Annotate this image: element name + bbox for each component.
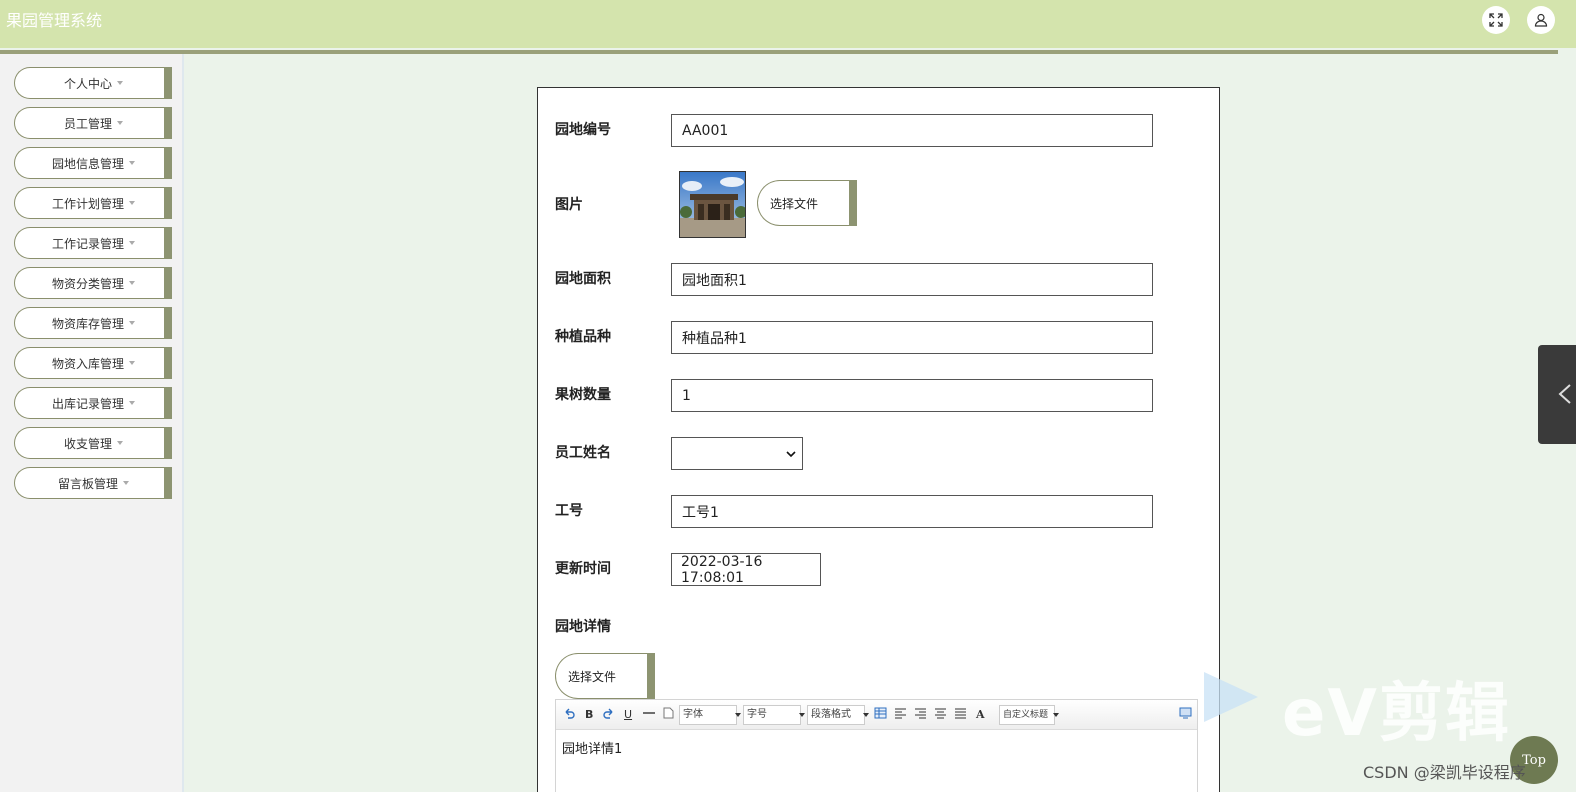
bold-button[interactable]: B [585, 707, 593, 723]
undo-icon [565, 708, 575, 719]
caret-down-icon [129, 401, 135, 405]
sidebar-item-label: 留言板管理 [57, 476, 118, 491]
align-center-icon [935, 708, 946, 719]
align-justify-icon [955, 708, 966, 719]
sidebar: 个人中心 员工管理 园地信息管理 工作计划管理 工作记录管理 物资分类管理 物资… [0, 54, 184, 792]
garden-image-thumbnail[interactable] [679, 171, 746, 238]
tree-count-input[interactable]: 1 [671, 379, 1153, 412]
align-left-button[interactable] [894, 707, 907, 724]
caret-down-icon [129, 201, 135, 205]
caret-down-icon [123, 481, 129, 485]
editor-toolbar: B U 字体 字号 段落格式 A 自定义标题 [556, 700, 1197, 730]
user-icon [1534, 13, 1548, 27]
sidebar-item-garden-info[interactable]: 园地信息管理 [14, 147, 172, 179]
sidebar-item-label: 物资库存管理 [51, 316, 124, 331]
font-family-select[interactable]: 字体 [679, 705, 741, 725]
user-button[interactable] [1527, 6, 1555, 34]
align-center-button[interactable] [934, 707, 947, 724]
sidebar-item-work-plan[interactable]: 工作计划管理 [14, 187, 172, 219]
header-divider [0, 50, 1558, 54]
align-justify-button[interactable] [954, 707, 967, 724]
field-label-variety: 种植品种 [555, 329, 611, 345]
undo-button[interactable] [563, 707, 575, 724]
caret-down-icon [129, 241, 135, 245]
caret-down-icon [129, 361, 135, 365]
align-left-icon [895, 708, 906, 719]
sidebar-item-material-category[interactable]: 物资分类管理 [14, 267, 172, 299]
align-right-icon [915, 708, 926, 719]
page-button[interactable] [663, 707, 674, 724]
field-label-updated: 更新时间 [555, 561, 611, 577]
area-input[interactable]: 园地面积1 [671, 263, 1153, 296]
job-no-input[interactable]: 工号1 [671, 495, 1153, 528]
variety-input[interactable]: 种植品种1 [671, 321, 1153, 354]
sidebar-item-label: 员工管理 [63, 116, 112, 131]
caret-down-icon [117, 121, 123, 125]
sidebar-item-label: 物资分类管理 [51, 276, 124, 291]
sidebar-item-message-board[interactable]: 留言板管理 [14, 467, 172, 499]
field-label-employee: 员工姓名 [555, 445, 611, 461]
font-color-button[interactable]: A [976, 707, 985, 723]
sidebar-item-outbound-record[interactable]: 出库记录管理 [14, 387, 172, 419]
field-label-job-no: 工号 [555, 503, 583, 519]
field-label-details: 园地详情 [555, 619, 611, 635]
redo-icon [603, 708, 613, 719]
sidebar-item-finance[interactable]: 收支管理 [14, 427, 172, 459]
caret-down-icon [117, 441, 123, 445]
sidebar-item-label: 个人中心 [63, 76, 112, 91]
side-panel-toggle[interactable] [1538, 345, 1576, 444]
caret-down-icon [129, 281, 135, 285]
field-label-code: 园地编号 [555, 122, 611, 138]
chevron-left-icon [1558, 384, 1571, 404]
field-label-image: 图片 [555, 197, 583, 213]
garden-photo-image [680, 172, 745, 237]
align-right-button[interactable] [914, 707, 927, 724]
sidebar-item-label: 出库记录管理 [51, 396, 124, 411]
horizontal-rule-icon [643, 712, 655, 714]
caret-down-icon [129, 321, 135, 325]
fullscreen-button[interactable] [1482, 6, 1510, 34]
sidebar-item-material-inbound[interactable]: 物资入库管理 [14, 347, 172, 379]
image-choose-file-button[interactable]: 选择文件 [757, 180, 857, 226]
details-choose-file-button[interactable]: 选择文件 [555, 653, 655, 699]
watermark-text: eV剪辑 [1282, 677, 1511, 751]
field-label-tree-count: 果树数量 [555, 387, 611, 403]
redo-button[interactable] [603, 707, 615, 724]
preview-button[interactable] [1179, 707, 1192, 724]
font-size-select[interactable]: 字号 [743, 705, 805, 725]
chevron-down-icon [786, 451, 796, 458]
horizontal-rule-button[interactable] [643, 707, 655, 724]
page-icon [663, 707, 674, 719]
employee-select[interactable] [671, 437, 803, 470]
sidebar-item-employees[interactable]: 员工管理 [14, 107, 172, 139]
sidebar-item-label: 园地信息管理 [51, 156, 124, 171]
sidebar-item-label: 物资入库管理 [51, 356, 124, 371]
caret-down-icon [117, 81, 123, 85]
monitor-icon [1179, 707, 1192, 719]
sidebar-item-label: 工作记录管理 [51, 236, 124, 251]
sidebar-item-work-record[interactable]: 工作记录管理 [14, 227, 172, 259]
rich-text-editor: B U 字体 字号 段落格式 A 自定义标题 园地详情1 [555, 699, 1198, 792]
sidebar-item-label: 工作计划管理 [51, 196, 124, 211]
fullscreen-icon [1489, 13, 1503, 27]
sidebar-item-personal-center[interactable]: 个人中心 [14, 67, 172, 99]
watermark-play-icon [1204, 672, 1258, 722]
table-button[interactable] [874, 707, 887, 724]
field-label-area: 园地面积 [555, 271, 611, 287]
edit-form-panel: 园地编号 AA001 图片 选择文件 园地面积 园地面积1 种植品种 种植品种1… [537, 87, 1220, 792]
editor-content[interactable]: 园地详情1 [556, 730, 1197, 765]
credit-watermark: CSDN @梁凯毕设程序 [1363, 763, 1526, 782]
sidebar-item-label: 收支管理 [63, 436, 112, 451]
caret-down-icon [129, 161, 135, 165]
paragraph-format-select[interactable]: 段落格式 [807, 705, 869, 725]
sidebar-item-material-inventory[interactable]: 物资库存管理 [14, 307, 172, 339]
underline-button[interactable]: U [624, 707, 632, 723]
custom-heading-select[interactable]: 自定义标题 [999, 705, 1059, 725]
app-header: 果园管理系统 [0, 0, 1576, 48]
table-icon [874, 707, 887, 719]
updated-time-input[interactable]: 2022-03-16 17:08:01 [671, 553, 821, 586]
code-input[interactable]: AA001 [671, 114, 1153, 147]
app-title: 果园管理系统 [6, 11, 103, 30]
